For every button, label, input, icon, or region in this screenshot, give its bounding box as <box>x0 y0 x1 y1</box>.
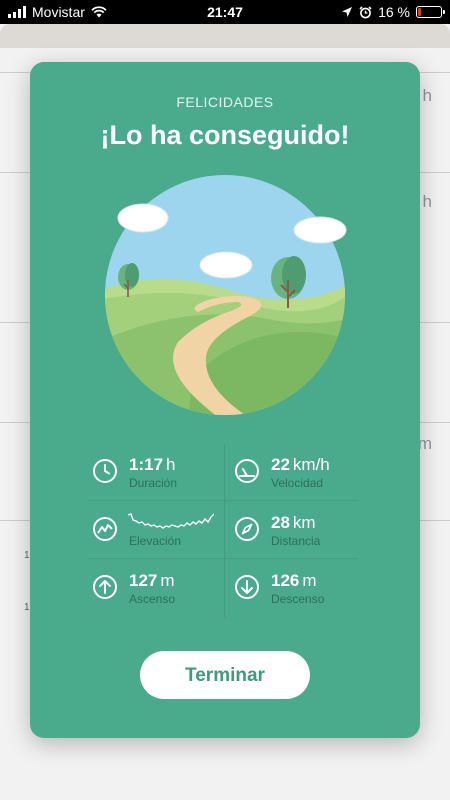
stat-descent: 126 m Descenso <box>230 560 364 616</box>
ascent-label: Ascenso <box>129 592 176 606</box>
distance-unit: km <box>292 513 316 532</box>
distance-value: 28 <box>271 513 290 532</box>
arrow-down-icon <box>235 575 259 599</box>
location-arrow-icon <box>342 7 353 17</box>
speed-value: 22 <box>271 455 290 474</box>
modal-title: ¡Lo ha conseguido! <box>100 120 350 150</box>
duration-value: 1:17 <box>129 455 164 474</box>
finish-button[interactable]: Terminar <box>140 651 310 699</box>
speed-label: Velocidad <box>271 476 324 490</box>
descent-value: 126 <box>271 571 300 590</box>
elevation-label: Elevación <box>129 534 182 548</box>
landscape-illustration <box>105 175 347 415</box>
stat-distance: 28 km Distancia <box>230 502 364 558</box>
clock-icon <box>93 459 117 483</box>
descent-label: Descenso <box>271 592 325 606</box>
distance-label: Distancia <box>271 534 321 548</box>
alarm-icon <box>359 5 372 18</box>
status-bar: Movistar 21:47 16 % <box>0 0 450 24</box>
stat-speed: 22 km/h Velocidad <box>230 444 364 500</box>
completion-modal: FELICIDADES ¡Lo ha conseguido! 1:17 h Du… <box>30 62 420 738</box>
elevation-icon <box>93 517 117 541</box>
stats-divider <box>88 500 358 501</box>
arrow-up-icon <box>93 575 117 599</box>
ascent-unit: m <box>160 571 175 590</box>
duration-unit: h <box>166 455 176 474</box>
compass-icon <box>235 517 259 541</box>
elevation-profile-sparkline <box>128 513 214 529</box>
congrats-kicker: FELICIDADES <box>176 94 274 110</box>
descent-unit: m <box>302 571 317 590</box>
stat-elevation: Elevación <box>88 502 222 558</box>
stat-duration: 1:17 h Duración <box>88 444 222 500</box>
speed-unit: km/h <box>292 455 330 474</box>
speedometer-icon <box>235 459 259 483</box>
duration-label: Duración <box>129 476 178 490</box>
stats-divider <box>88 558 358 559</box>
stat-ascent: 127 m Ascenso <box>88 560 222 616</box>
battery-percent: 16 % <box>378 4 410 20</box>
battery-icon <box>416 6 445 18</box>
stats-divider <box>224 444 225 618</box>
ascent-value: 127 <box>129 571 158 590</box>
